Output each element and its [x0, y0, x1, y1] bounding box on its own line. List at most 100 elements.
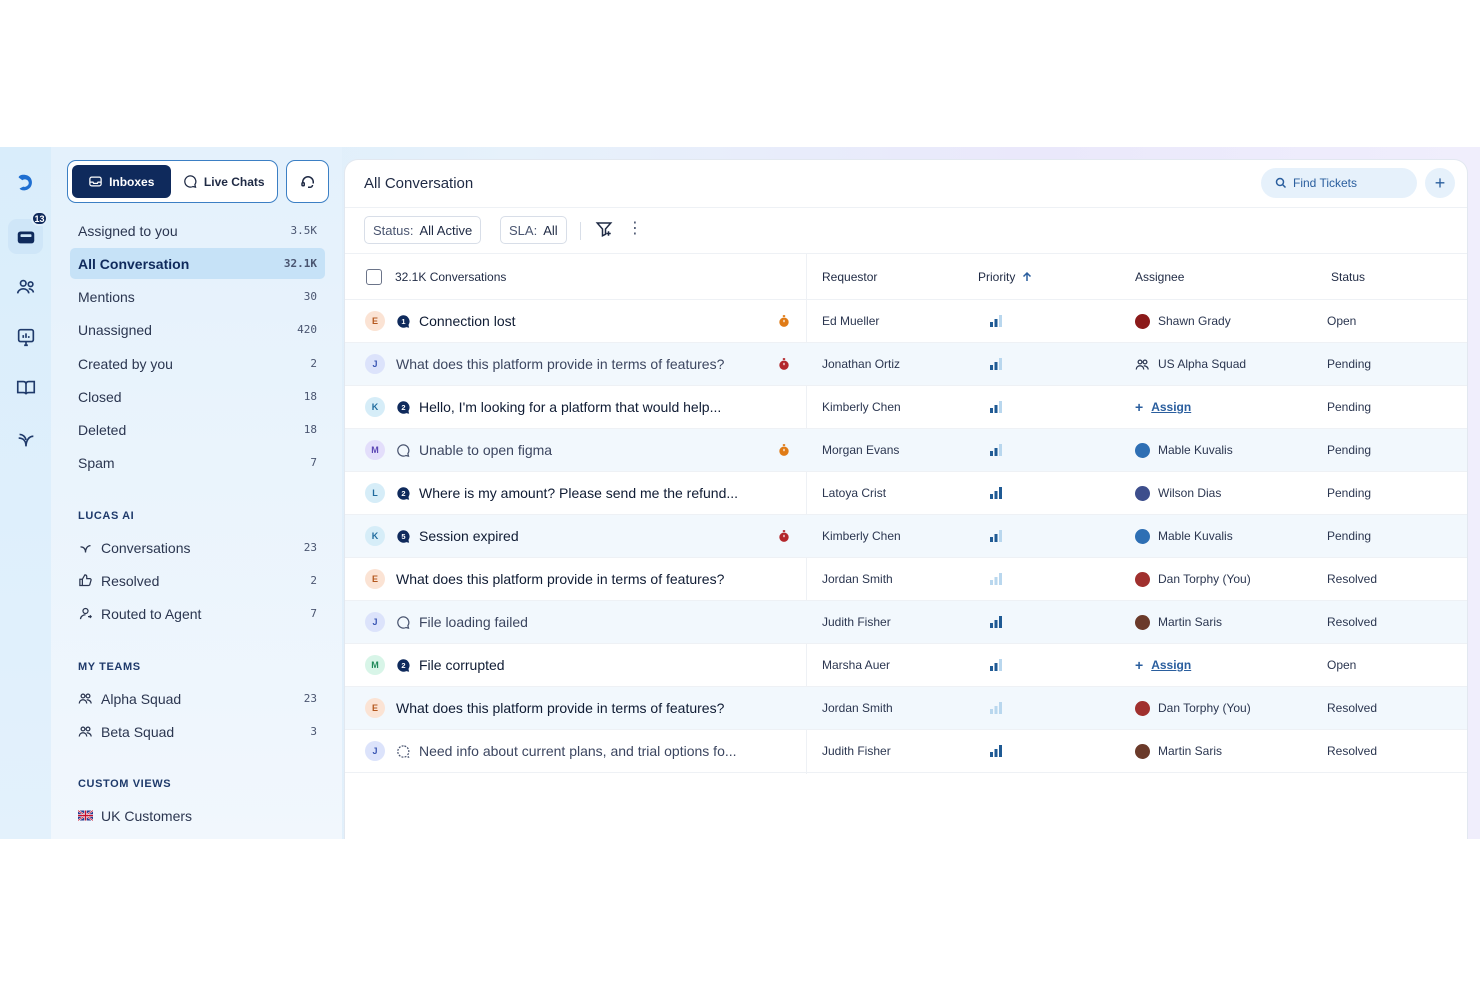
status-text[interactable]: Resolved: [1327, 601, 1377, 643]
assignee-cell[interactable]: US Alpha Squad: [1135, 343, 1246, 385]
message-count: 1: [401, 317, 405, 326]
col-status[interactable]: Status: [1331, 254, 1365, 299]
priority-indicator[interactable]: [989, 601, 1003, 643]
assign-link[interactable]: Assign: [1151, 658, 1191, 672]
users-icon[interactable]: [8, 269, 43, 304]
table-row[interactable]: K 5 Session expired Kimberly Chen Mable Kuva…: [345, 515, 1467, 558]
conversation-cell[interactable]: What does this platform provide in terms…: [396, 687, 724, 729]
find-tickets-search[interactable]: Find Tickets: [1261, 168, 1417, 198]
assignee-cell[interactable]: Mable Kuvalis: [1135, 515, 1233, 557]
ai-sparkle-icon[interactable]: [8, 421, 43, 456]
select-all-checkbox[interactable]: [366, 254, 382, 299]
status-text[interactable]: Pending: [1327, 429, 1371, 471]
inbox-icon[interactable]: 13: [8, 211, 48, 254]
status-text[interactable]: Resolved: [1327, 558, 1377, 600]
conversation-cell[interactable]: 2 Where is my amount? Please send me the …: [396, 472, 738, 514]
priority-bars-icon: [990, 530, 1002, 542]
assignee-cell[interactable]: Shawn Grady: [1135, 300, 1231, 342]
live-chats-tab[interactable]: Live Chats: [175, 165, 274, 198]
status-text[interactable]: Pending: [1327, 472, 1371, 514]
priority-indicator[interactable]: [989, 730, 1003, 772]
nav-team-alpha-squad[interactable]: Alpha Squad 23: [70, 683, 325, 714]
status-text[interactable]: Pending: [1327, 515, 1371, 557]
nav-ai-resolved[interactable]: Resolved 2: [70, 565, 325, 596]
priority-indicator[interactable]: [989, 472, 1003, 514]
nav-view-uk-customers[interactable]: UK Customers: [70, 800, 325, 831]
status-filter[interactable]: Status: All Active: [364, 216, 482, 244]
priority-indicator[interactable]: [989, 300, 1003, 342]
more-options-icon[interactable]: ⋮: [627, 220, 643, 238]
conversation-cell[interactable]: What does this platform provide in terms…: [396, 343, 724, 385]
col-assignee[interactable]: Assignee: [1135, 254, 1184, 299]
nav-closed[interactable]: Closed 18: [70, 381, 325, 412]
priority-indicator[interactable]: [989, 515, 1003, 557]
priority-indicator[interactable]: [989, 687, 1003, 729]
nav-mentions[interactable]: Mentions 30: [70, 281, 325, 312]
assignee-cell[interactable]: Mable Kuvalis: [1135, 429, 1233, 471]
conversation-cell[interactable]: 5 Session expired: [396, 515, 519, 557]
nav-assigned-to-you[interactable]: Assigned to you 3.5K: [70, 215, 325, 246]
conversation-cell[interactable]: 2 File corrupted: [396, 644, 505, 686]
priority-indicator[interactable]: [989, 429, 1003, 471]
conversation-subject: Session expired: [419, 528, 519, 544]
assignee-cell[interactable]: Dan Torphy (You): [1135, 687, 1251, 729]
table-row[interactable]: E What does this platform provide in term…: [345, 687, 1467, 730]
requestor-avatar: E: [365, 300, 385, 342]
status-text[interactable]: Pending: [1327, 343, 1371, 385]
status-text[interactable]: Open: [1327, 300, 1356, 342]
col-priority[interactable]: Priority: [978, 254, 1033, 299]
assignee-avatar: [1135, 313, 1150, 329]
assignee-cell[interactable]: Dan Torphy (You): [1135, 558, 1251, 600]
assignee-cell[interactable]: Wilson Dias: [1135, 472, 1221, 514]
priority-indicator[interactable]: [989, 644, 1003, 686]
conversation-cell[interactable]: 1 Connection lost: [396, 300, 516, 342]
table-row[interactable]: K 2 Hello, I'm looking for a platform that…: [345, 386, 1467, 429]
nav-unassigned[interactable]: Unassigned 420: [70, 314, 325, 345]
logo-icon[interactable]: [8, 165, 43, 200]
sla-filter[interactable]: SLA: All: [500, 216, 567, 244]
assign-link[interactable]: Assign: [1151, 400, 1191, 414]
col-requestor[interactable]: Requestor: [822, 254, 877, 299]
nav-ai-conversations[interactable]: Conversations 23: [70, 532, 325, 563]
status-text[interactable]: Pending: [1327, 386, 1371, 428]
status-text[interactable]: Resolved: [1327, 687, 1377, 729]
inboxes-tab[interactable]: Inboxes: [72, 165, 171, 198]
status-text[interactable]: Open: [1327, 644, 1356, 686]
assignee-name: Dan Torphy (You): [1158, 572, 1251, 586]
table-row[interactable]: J File loading failed Judith Fisher Martin …: [345, 601, 1467, 644]
nav-team-beta-squad[interactable]: Beta Squad 3: [70, 716, 325, 747]
app-frame: 13 Inboxes Live Chats Assigned to you 3.…: [0, 147, 1480, 839]
assignee-cell[interactable]: Martin Saris: [1135, 601, 1222, 643]
nav-spam[interactable]: Spam 7: [70, 447, 325, 478]
conversation-cell[interactable]: Unable to open figma: [396, 429, 552, 471]
priority-indicator[interactable]: [989, 558, 1003, 600]
reports-icon[interactable]: [8, 319, 43, 354]
nav-deleted[interactable]: Deleted 18: [70, 414, 325, 445]
table-row[interactable]: E 1 Connection lost Ed Mueller Shawn Grady Op…: [345, 300, 1467, 343]
nav-ai-routed-to-agent[interactable]: Routed to Agent 7: [70, 598, 325, 629]
table-row[interactable]: L 2 Where is my amount? Please send me the…: [345, 472, 1467, 515]
ai-assistant-button[interactable]: [286, 160, 329, 203]
assignee-cell[interactable]: + Assign: [1135, 386, 1191, 428]
assignee-cell[interactable]: Martin Saris: [1135, 730, 1222, 772]
table-row[interactable]: M Unable to open figma Morgan Evans Mable K…: [345, 429, 1467, 472]
priority-indicator[interactable]: [989, 386, 1003, 428]
conversation-cell[interactable]: File loading failed: [396, 601, 528, 643]
conversation-cell[interactable]: What does this platform provide in terms…: [396, 558, 724, 600]
table-row[interactable]: J What does this platform provide in term…: [345, 343, 1467, 386]
table-row[interactable]: M 2 File corrupted Marsha Auer + Assign Open: [345, 644, 1467, 687]
knowledge-book-icon[interactable]: [8, 370, 43, 405]
conversation-cell[interactable]: 2 Hello, I'm looking for a platform that …: [396, 386, 721, 428]
filter-icon[interactable]: [595, 220, 613, 238]
nav-all-conversation[interactable]: All Conversation 32.1K: [70, 248, 325, 279]
page-title: All Conversation: [364, 175, 474, 192]
assignee-cell[interactable]: + Assign: [1135, 644, 1191, 686]
status-text[interactable]: Resolved: [1327, 730, 1377, 772]
conversation-cell[interactable]: Need info about current plans, and trial…: [396, 730, 737, 772]
nav-created-by-you[interactable]: Created by you 2: [70, 348, 325, 379]
add-ticket-button[interactable]: +: [1425, 168, 1455, 198]
table-row[interactable]: E What does this platform provide in term…: [345, 558, 1467, 601]
priority-indicator[interactable]: [989, 343, 1003, 385]
message-count-icon: 2: [397, 658, 410, 672]
table-row[interactable]: J Need info about current plans, and tria…: [345, 730, 1467, 773]
